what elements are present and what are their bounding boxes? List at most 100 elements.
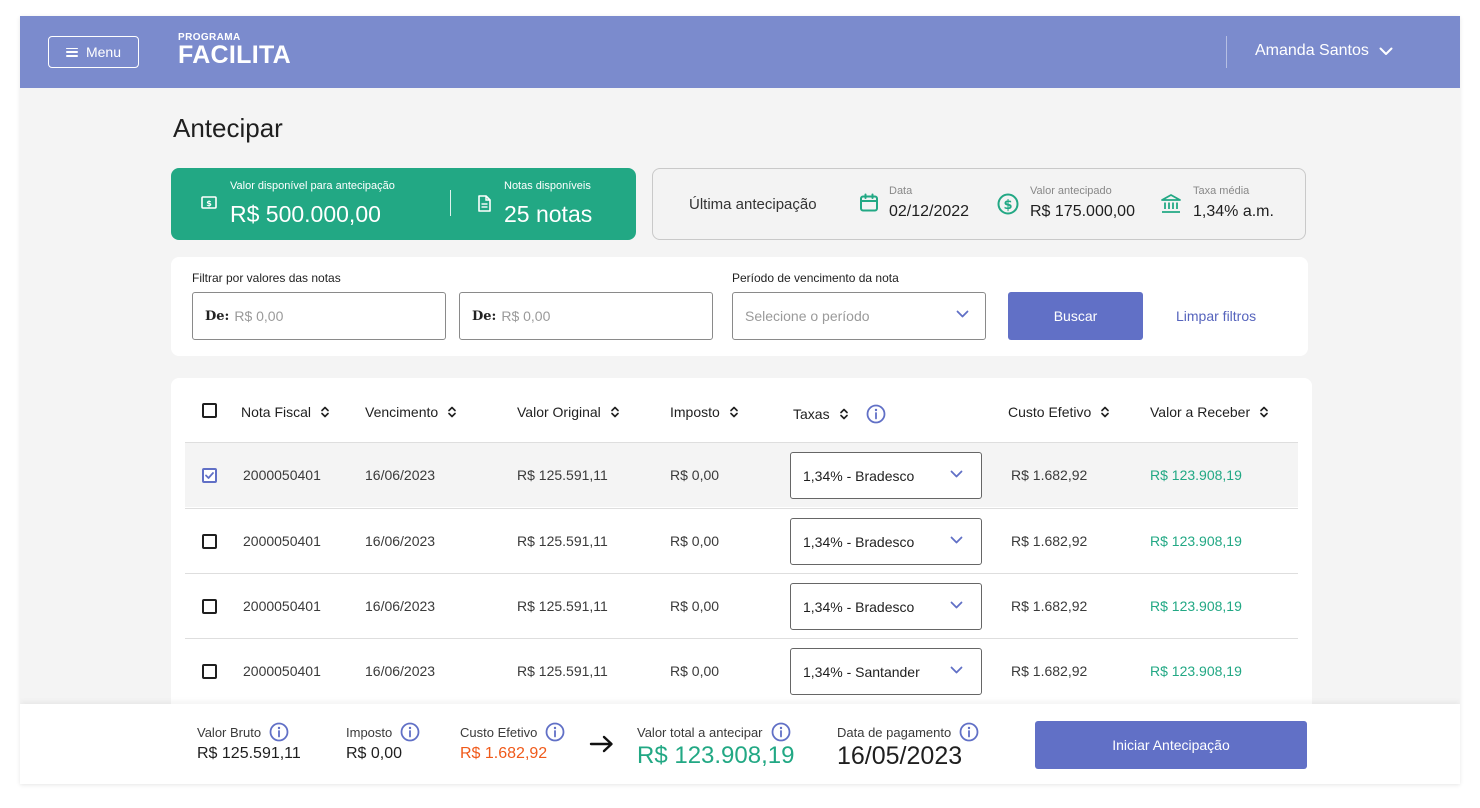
tax-value: R$ 0,00 — [346, 745, 403, 762]
column-label: Valor a Receber — [1150, 404, 1251, 420]
value-from-prefix: De: — [205, 308, 230, 324]
table-row[interactable]: 2000050401 16/06/2023 R$ 125.591,11 R$ 0… — [185, 638, 1298, 703]
clear-filters-link[interactable]: Limpar filtros — [1176, 308, 1256, 324]
row-checkbox[interactable] — [202, 599, 217, 614]
summary-bar: Valor Bruto R$ 125.591,11 Imposto R$ 0,0… — [20, 704, 1460, 784]
cell-valor-original: R$ 125.591,11 — [517, 467, 608, 483]
cell-vencimento: 16/06/2023 — [365, 663, 436, 679]
rate-select[interactable]: 1,34% - Bradesco — [790, 518, 982, 565]
last-anticipation-title: Última antecipação — [689, 196, 817, 213]
document-icon — [478, 195, 491, 212]
info-icon[interactable] — [959, 722, 979, 742]
row-checkbox[interactable] — [202, 664, 217, 679]
value-from-input[interactable]: De: R$ 0,00 — [192, 292, 446, 340]
menu-button[interactable]: Menu — [48, 36, 139, 68]
column-label: Custo Efetivo — [1008, 404, 1092, 420]
gross-label: Valor Bruto — [197, 724, 262, 740]
column-header-custo-efetivo[interactable]: Custo Efetivo — [1008, 404, 1110, 420]
sort-icon — [730, 406, 738, 418]
column-header-imposto[interactable]: Imposto — [670, 404, 738, 420]
cost-label-group: Custo Efetivo — [460, 722, 565, 742]
cell-valor-original: R$ 125.591,11 — [517, 533, 608, 549]
last-amount: R$ 175.000,00 — [1030, 203, 1135, 220]
cell-custo-efetivo: R$ 1.682,92 — [1011, 533, 1088, 549]
cell-valor-a-receber: R$ 123.908,19 — [1150, 533, 1242, 549]
available-divider — [450, 190, 451, 216]
rate-select-value: 1,34% - Bradesco — [803, 533, 915, 550]
svg-text:$: $ — [1003, 198, 1012, 213]
table-row[interactable]: 2000050401 16/06/2023 R$ 125.591,11 R$ 0… — [185, 442, 1298, 507]
logo[interactable]: PROGRAMA FACILITA — [178, 33, 291, 68]
info-icon[interactable] — [771, 722, 791, 742]
row-checkbox[interactable] — [202, 468, 217, 483]
last-date: 02/12/2022 — [889, 203, 970, 220]
available-card: $ Valor disponível para antecipação R$ 5… — [171, 168, 636, 240]
period-filter-label: Período de vencimento da nota — [732, 271, 899, 285]
pay-date-value: 16/05/2023 — [837, 742, 963, 770]
column-label: Vencimento — [365, 404, 439, 420]
gross-label-group: Valor Bruto — [197, 722, 289, 742]
chevron-down-icon — [950, 601, 963, 609]
available-value: R$ 500.000,00 — [230, 201, 381, 227]
last-amount-label: Valor antecipado — [1030, 185, 1112, 197]
search-button[interactable]: Buscar — [1008, 292, 1143, 340]
period-placeholder: Selecione o período — [745, 308, 870, 324]
column-label: Imposto — [670, 404, 720, 420]
total-value: R$ 123.908,19 — [637, 742, 795, 769]
bank-icon — [1161, 194, 1181, 213]
column-label: Valor Original — [517, 404, 601, 420]
row-checkbox[interactable] — [202, 534, 217, 549]
cell-imposto: R$ 0,00 — [670, 663, 720, 679]
value-to-input[interactable]: De: R$ 0,00 — [459, 292, 713, 340]
filters-panel: Filtrar por valores das notas De: R$ 0,0… — [171, 257, 1308, 356]
cell-custo-efetivo: R$ 1.682,92 — [1011, 663, 1088, 679]
arrow-right-icon — [589, 735, 613, 753]
rate-select[interactable]: 1,34% - Bradesco — [790, 452, 982, 499]
check-icon — [205, 472, 214, 479]
rate-select-value: 1,34% - Santander — [803, 663, 920, 680]
column-label: Taxas — [793, 406, 830, 422]
sort-icon — [610, 406, 619, 418]
dollar-circle-icon: $ — [997, 193, 1019, 215]
last-date-label: Data — [889, 185, 913, 197]
user-menu[interactable]: Amanda Santos — [1255, 42, 1393, 60]
column-header-valor-original[interactable]: Valor Original — [517, 404, 619, 420]
rate-select[interactable]: 1,34% - Santander — [790, 648, 982, 695]
select-all-checkbox[interactable] — [202, 403, 217, 418]
info-icon[interactable] — [269, 722, 289, 742]
app-frame: Menu PROGRAMA FACILITA Amanda Santos Ant… — [20, 16, 1460, 784]
period-select[interactable]: Selecione o período — [732, 292, 986, 340]
column-header-taxas[interactable]: Taxas — [793, 404, 886, 424]
cost-label: Custo Efetivo — [460, 724, 538, 740]
table-row[interactable]: 2000050401 16/06/2023 R$ 125.591,11 R$ 0… — [185, 508, 1298, 573]
calendar-icon — [860, 193, 878, 212]
column-header-nota-fiscal[interactable]: Nota Fiscal — [241, 404, 329, 420]
total-label: Valor total a antecipar — [637, 724, 763, 740]
value-from-placeholder: R$ 0,00 — [234, 308, 284, 324]
chevron-down-icon — [1379, 47, 1393, 55]
top-header: Menu PROGRAMA FACILITA Amanda Santos — [20, 16, 1460, 88]
available-notes: 25 notas — [504, 201, 593, 227]
rate-select[interactable]: 1,34% - Bradesco — [790, 583, 982, 630]
info-icon[interactable] — [545, 722, 565, 742]
column-header-vencimento[interactable]: Vencimento — [365, 404, 456, 420]
table-row[interactable]: 2000050401 16/06/2023 R$ 125.591,11 R$ 0… — [185, 573, 1298, 638]
chevron-down-icon — [950, 666, 963, 674]
start-anticipation-button[interactable]: Iniciar Antecipação — [1035, 721, 1307, 769]
info-icon[interactable] — [400, 722, 420, 742]
sort-icon — [1101, 406, 1110, 418]
sort-icon — [839, 408, 848, 420]
logo-big-text: FACILITA — [178, 41, 292, 69]
available-notes-label: Notas disponíveis — [504, 180, 591, 192]
column-header-valor-a-receber[interactable]: Valor a Receber — [1150, 404, 1268, 420]
cell-nota-fiscal: 2000050401 — [243, 533, 321, 549]
chevron-down-icon — [950, 470, 963, 478]
total-label-group: Valor total a antecipar — [637, 722, 791, 742]
cell-vencimento: 16/06/2023 — [365, 533, 436, 549]
tax-label: Imposto — [346, 724, 393, 740]
cell-imposto: R$ 0,00 — [670, 533, 720, 549]
values-filter-label: Filtrar por valores das notas — [192, 271, 341, 285]
cell-custo-efetivo: R$ 1.682,92 — [1011, 467, 1088, 483]
info-icon[interactable] — [866, 404, 886, 424]
pay-date-label: Data de pagamento — [837, 724, 952, 740]
